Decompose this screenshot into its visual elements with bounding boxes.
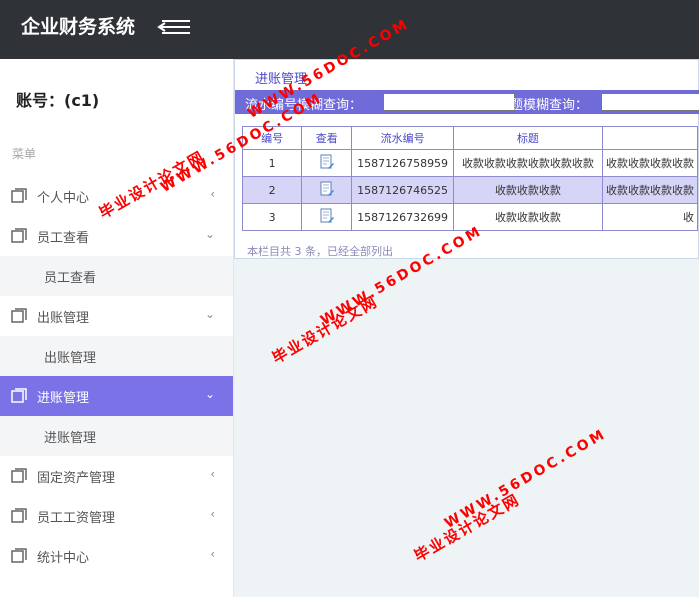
sidebar-item-label: 统计中心: [37, 551, 90, 566]
cell-serial: 1587126746525: [351, 176, 454, 204]
cell-extra: 收: [601, 203, 699, 231]
sidebar-item-incoming[interactable]: 进账管理 ⌄: [0, 376, 233, 416]
sidebar-item-salary[interactable]: 员工工资管理 ‹: [0, 496, 233, 536]
sidebar-item-label: 出账管理: [37, 311, 90, 326]
menu-toggle-icon[interactable]: [157, 17, 191, 37]
sidebar-item-label: 固定资产管理: [37, 471, 116, 486]
edit-document-icon[interactable]: [319, 208, 335, 224]
cell-view: [301, 149, 353, 177]
sidebar-item-statistics[interactable]: 统计中心 ‹: [0, 536, 233, 576]
menu-title: 菜单: [12, 147, 37, 161]
account-label: 账号：(c1): [16, 91, 100, 110]
sidebar-subitem-outgoing[interactable]: 出账管理: [0, 336, 233, 376]
sidebar-item-outgoing[interactable]: 出账管理 ⌄: [0, 296, 233, 336]
cell-view: [301, 203, 353, 231]
edit-document-icon[interactable]: [319, 154, 335, 170]
sidebar-subitem-incoming[interactable]: 进账管理: [0, 416, 233, 456]
cell-id: 2: [241, 176, 303, 204]
chevron-down-icon: ⌄: [204, 387, 215, 401]
cell-serial: 1587126732699: [351, 203, 454, 231]
window-icon: [11, 548, 27, 563]
chevron-left-icon: ‹: [210, 187, 215, 201]
edit-document-icon[interactable]: [319, 181, 335, 197]
window-icon: [11, 508, 27, 523]
sidebar-item-employee-view[interactable]: 员工查看 ⌄: [0, 216, 233, 256]
cell-id: 3: [241, 203, 303, 231]
cell-id: 1: [241, 149, 303, 177]
sidebar-subitem-employee-view[interactable]: 员工查看: [0, 256, 233, 296]
title-search-input[interactable]: [601, 93, 699, 111]
sidebar-item-fixed-assets[interactable]: 固定资产管理 ‹: [0, 456, 233, 496]
sidebar-subitem-label: 员工查看: [44, 271, 97, 286]
chevron-down-icon: ⌄: [204, 307, 215, 321]
title-search-label: 标题模糊查询：: [497, 98, 589, 113]
col-serial-header: 流水编号: [351, 126, 454, 150]
table-row: 2 1587126746525 收款收款收款 收款收款收款收款: [241, 176, 699, 204]
chevron-left-icon: ‹: [210, 467, 215, 481]
col-extra-header: [601, 126, 699, 150]
window-icon: [11, 308, 27, 323]
serial-search-input[interactable]: [383, 93, 515, 111]
window-icon: [11, 228, 27, 243]
cell-view: [301, 176, 353, 204]
window-icon: [11, 388, 27, 403]
sidebar-item-label: 员工查看: [37, 231, 90, 246]
sidebar-item-label: 员工工资管理: [37, 511, 116, 526]
table-header-row: 编号 查看 流水编号 标题: [241, 126, 699, 150]
cell-extra: 收款收款收款收款: [601, 176, 699, 204]
chevron-left-icon: ‹: [210, 507, 215, 521]
cell-serial: 1587126758959: [351, 149, 454, 177]
app-title: 企业财务系统: [21, 16, 136, 38]
sidebar-subitem-label: 出账管理: [44, 351, 97, 366]
incoming-table: 编号 查看 流水编号 标题 1 1587126758959 收款收款收款收款收款…: [241, 126, 699, 231]
cell-title: 收款收款收款: [452, 176, 603, 204]
window-icon: [11, 468, 27, 483]
chevron-left-icon: ‹: [210, 547, 215, 561]
sidebar: 账号：(c1) 菜单 个人中心 ‹ 员工查看 ⌄ 员工查看 出账管理 ⌄ 出账管…: [0, 59, 234, 597]
cell-extra: 收款收款收款收款: [601, 149, 699, 177]
table-row: 1 1587126758959 收款收款收款收款收款收款 收款收款收款收款: [241, 149, 699, 177]
cell-title: 收款收款收款收款收款收款: [452, 149, 603, 177]
chevron-down-icon: ⌄: [204, 227, 215, 241]
table-footer-note: 本栏目共 3 条，已经全部列出: [247, 245, 393, 258]
sidebar-item-label: 个人中心: [37, 191, 90, 206]
col-title-header: 标题: [452, 126, 603, 150]
sidebar-subitem-label: 进账管理: [44, 431, 97, 446]
window-icon: [11, 188, 27, 203]
sidebar-item-label: 进账管理: [37, 391, 90, 406]
col-view-header: 查看: [301, 126, 353, 150]
